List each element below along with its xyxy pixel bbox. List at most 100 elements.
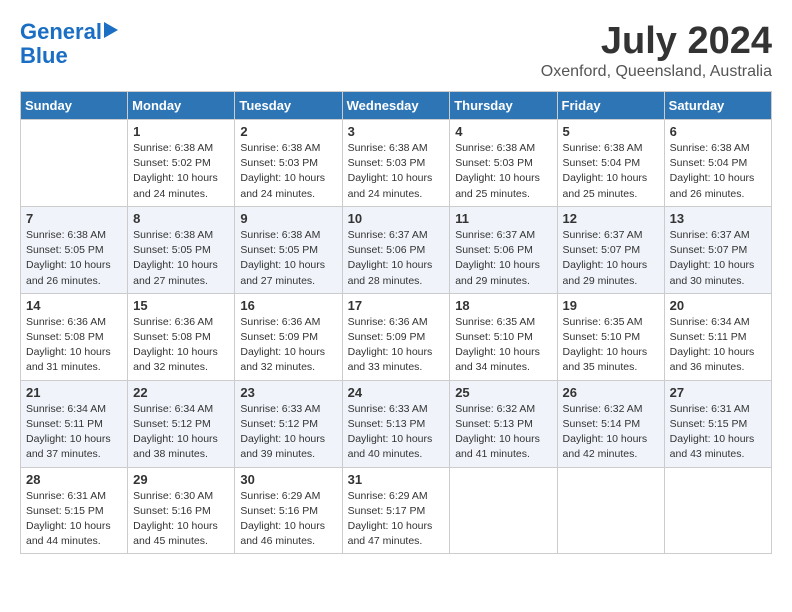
day-info: Sunrise: 6:37 AMSunset: 5:07 PMDaylight:… <box>670 228 766 289</box>
day-number: 5 <box>563 124 659 139</box>
day-info: Sunrise: 6:33 AMSunset: 5:12 PMDaylight:… <box>240 402 336 463</box>
day-number: 11 <box>455 211 551 226</box>
day-number: 4 <box>455 124 551 139</box>
day-number: 9 <box>240 211 336 226</box>
day-info: Sunrise: 6:31 AMSunset: 5:15 PMDaylight:… <box>670 402 766 463</box>
page-header: General Blue July 2024 Oxenford, Queensl… <box>20 20 772 81</box>
calendar-cell: 25 Sunrise: 6:32 AMSunset: 5:13 PMDayligh… <box>450 380 557 467</box>
calendar-cell: 24Sunrise: 6:33 AMSunset: 5:13 PMDayligh… <box>342 380 450 467</box>
day-number: 1 <box>133 124 229 139</box>
day-info: Sunrise: 6:36 AMSunset: 5:08 PMDaylight:… <box>133 315 229 376</box>
day-number: 19 <box>563 298 659 313</box>
calendar-cell: 30Sunrise: 6:29 AMSunset: 5:16 PMDayligh… <box>235 467 342 554</box>
day-info: Sunrise: 6:34 AMSunset: 5:12 PMDaylight:… <box>133 402 229 463</box>
weekday-header: Sunday <box>21 92 128 120</box>
calendar-cell <box>664 467 771 554</box>
day-info: Sunrise: 6:36 AMSunset: 5:09 PMDaylight:… <box>348 315 445 376</box>
day-number: 22 <box>133 385 229 400</box>
calendar-cell: 10Sunrise: 6:37 AMSunset: 5:06 PMDayligh… <box>342 206 450 293</box>
day-info: Sunrise: 6:38 AMSunset: 5:04 PMDaylight:… <box>563 141 659 202</box>
day-number: 26 <box>563 385 659 400</box>
day-info: Sunrise: 6:38 AMSunset: 5:04 PMDaylight:… <box>670 141 766 202</box>
day-number: 3 <box>348 124 445 139</box>
day-info: Sunrise: 6:38 AMSunset: 5:05 PMDaylight:… <box>240 228 336 289</box>
calendar-week-row: 21Sunrise: 6:34 AMSunset: 5:11 PMDayligh… <box>21 380 772 467</box>
calendar-cell <box>450 467 557 554</box>
calendar-table: SundayMondayTuesdayWednesdayThursdayFrid… <box>20 91 772 554</box>
logo: General Blue <box>20 20 118 68</box>
calendar-cell: 11 Sunrise: 6:37 AMSunset: 5:06 PMDayligh… <box>450 206 557 293</box>
calendar-week-row: 28Sunrise: 6:31 AMSunset: 5:15 PMDayligh… <box>21 467 772 554</box>
weekday-header: Saturday <box>664 92 771 120</box>
calendar-cell: 12 Sunrise: 6:37 AMSunset: 5:07 PMDayligh… <box>557 206 664 293</box>
calendar-cell: 16Sunrise: 6:36 AMSunset: 5:09 PMDayligh… <box>235 293 342 380</box>
calendar-cell: 28Sunrise: 6:31 AMSunset: 5:15 PMDayligh… <box>21 467 128 554</box>
calendar-cell: 1 Sunrise: 6:38 AMSunset: 5:02 PMDaylight… <box>128 120 235 207</box>
day-info: Sunrise: 6:34 AMSunset: 5:11 PMDaylight:… <box>670 315 766 376</box>
day-number: 13 <box>670 211 766 226</box>
page-subtitle: Oxenford, Queensland, Australia <box>541 63 772 81</box>
day-info: Sunrise: 6:38 AMSunset: 5:05 PMDaylight:… <box>133 228 229 289</box>
logo-arrow-icon <box>104 22 118 38</box>
calendar-cell: 14 Sunrise: 6:36 AMSunset: 5:08 PMDayligh… <box>21 293 128 380</box>
day-info: Sunrise: 6:30 AMSunset: 5:16 PMDaylight:… <box>133 489 229 550</box>
day-number: 8 <box>133 211 229 226</box>
calendar-cell: 31 Sunrise: 6:29 AMSunset: 5:17 PMDayligh… <box>342 467 450 554</box>
day-number: 17 <box>348 298 445 313</box>
calendar-week-row: 1 Sunrise: 6:38 AMSunset: 5:02 PMDaylight… <box>21 120 772 207</box>
day-number: 10 <box>348 211 445 226</box>
day-number: 29 <box>133 472 229 487</box>
calendar-cell: 27Sunrise: 6:31 AMSunset: 5:15 PMDayligh… <box>664 380 771 467</box>
day-info: Sunrise: 6:38 AMSunset: 5:02 PMDaylight:… <box>133 141 229 202</box>
calendar-week-row: 14 Sunrise: 6:36 AMSunset: 5:08 PMDayligh… <box>21 293 772 380</box>
day-number: 28 <box>26 472 122 487</box>
logo-text: General <box>20 20 102 44</box>
calendar-week-row: 7 Sunrise: 6:38 AMSunset: 5:05 PMDaylight… <box>21 206 772 293</box>
day-info: Sunrise: 6:37 AMSunset: 5:07 PMDaylight:… <box>563 228 659 289</box>
calendar-cell: 6Sunrise: 6:38 AMSunset: 5:04 PMDaylight… <box>664 120 771 207</box>
day-info: Sunrise: 6:38 AMSunset: 5:03 PMDaylight:… <box>348 141 445 202</box>
day-info: Sunrise: 6:37 AMSunset: 5:06 PMDaylight:… <box>455 228 551 289</box>
calendar-cell: 4 Sunrise: 6:38 AMSunset: 5:03 PMDaylight… <box>450 120 557 207</box>
weekday-header: Wednesday <box>342 92 450 120</box>
day-info: Sunrise: 6:32 AMSunset: 5:14 PMDaylight:… <box>563 402 659 463</box>
calendar-cell: 9 Sunrise: 6:38 AMSunset: 5:05 PMDaylight… <box>235 206 342 293</box>
page-title: July 2024 <box>541 20 772 63</box>
calendar-cell: 8 Sunrise: 6:38 AMSunset: 5:05 PMDaylight… <box>128 206 235 293</box>
day-info: Sunrise: 6:35 AMSunset: 5:10 PMDaylight:… <box>455 315 551 376</box>
calendar-cell: 20 Sunrise: 6:34 AMSunset: 5:11 PMDayligh… <box>664 293 771 380</box>
day-number: 14 <box>26 298 122 313</box>
day-info: Sunrise: 6:29 AMSunset: 5:17 PMDaylight:… <box>348 489 445 550</box>
day-number: 2 <box>240 124 336 139</box>
calendar-cell: 22 Sunrise: 6:34 AMSunset: 5:12 PMDayligh… <box>128 380 235 467</box>
day-info: Sunrise: 6:29 AMSunset: 5:16 PMDaylight:… <box>240 489 336 550</box>
day-info: Sunrise: 6:36 AMSunset: 5:08 PMDaylight:… <box>26 315 122 376</box>
calendar-cell: 3 Sunrise: 6:38 AMSunset: 5:03 PMDaylight… <box>342 120 450 207</box>
day-number: 16 <box>240 298 336 313</box>
calendar-cell: 5 Sunrise: 6:38 AMSunset: 5:04 PMDaylight… <box>557 120 664 207</box>
day-number: 25 <box>455 385 551 400</box>
calendar-cell: 15 Sunrise: 6:36 AMSunset: 5:08 PMDayligh… <box>128 293 235 380</box>
logo-blue-text: Blue <box>20 44 68 68</box>
day-info: Sunrise: 6:38 AMSunset: 5:03 PMDaylight:… <box>455 141 551 202</box>
day-info: Sunrise: 6:38 AMSunset: 5:05 PMDaylight:… <box>26 228 122 289</box>
day-number: 15 <box>133 298 229 313</box>
day-number: 20 <box>670 298 766 313</box>
day-info: Sunrise: 6:34 AMSunset: 5:11 PMDaylight:… <box>26 402 122 463</box>
weekday-header: Thursday <box>450 92 557 120</box>
calendar-cell: 29 Sunrise: 6:30 AMSunset: 5:16 PMDayligh… <box>128 467 235 554</box>
day-number: 12 <box>563 211 659 226</box>
calendar-body: 1 Sunrise: 6:38 AMSunset: 5:02 PMDaylight… <box>21 120 772 554</box>
calendar-header: SundayMondayTuesdayWednesdayThursdayFrid… <box>21 92 772 120</box>
calendar-cell: 18Sunrise: 6:35 AMSunset: 5:10 PMDayligh… <box>450 293 557 380</box>
weekday-header: Friday <box>557 92 664 120</box>
day-info: Sunrise: 6:32 AMSunset: 5:13 PMDaylight:… <box>455 402 551 463</box>
calendar-cell: 19 Sunrise: 6:35 AMSunset: 5:10 PMDayligh… <box>557 293 664 380</box>
calendar-cell: 17 Sunrise: 6:36 AMSunset: 5:09 PMDayligh… <box>342 293 450 380</box>
calendar-cell: 7 Sunrise: 6:38 AMSunset: 5:05 PMDaylight… <box>21 206 128 293</box>
day-number: 7 <box>26 211 122 226</box>
day-number: 23 <box>240 385 336 400</box>
calendar-cell: 23 Sunrise: 6:33 AMSunset: 5:12 PMDayligh… <box>235 380 342 467</box>
day-number: 31 <box>348 472 445 487</box>
day-info: Sunrise: 6:35 AMSunset: 5:10 PMDaylight:… <box>563 315 659 376</box>
